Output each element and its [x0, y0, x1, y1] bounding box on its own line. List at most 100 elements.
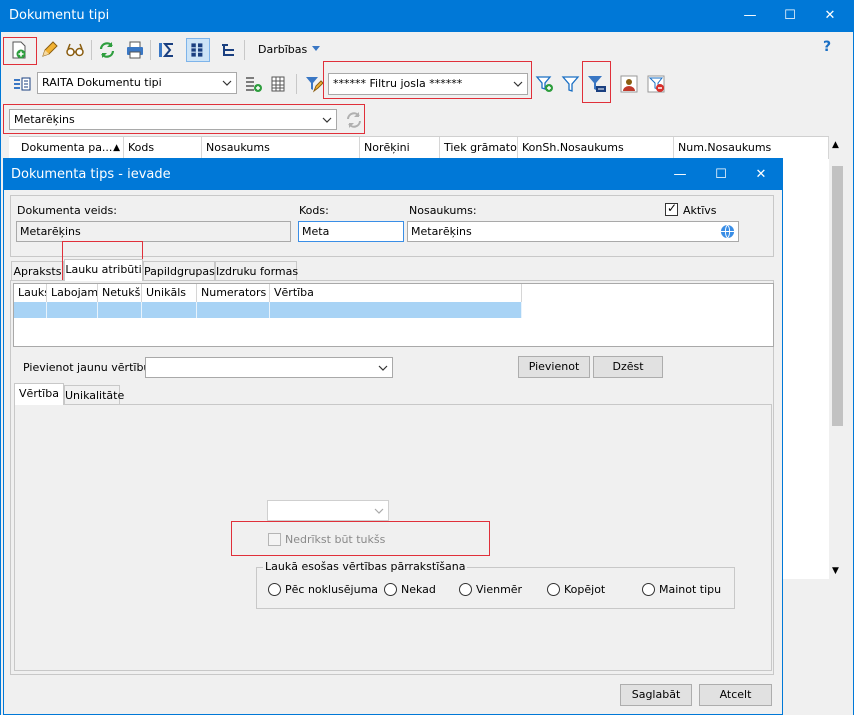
subtab-unikalitate[interactable]: Unikalitāte — [64, 385, 124, 405]
column-header-num[interactable]: Num.Nosaukums — [674, 137, 829, 159]
add-filter-icon[interactable] — [535, 74, 555, 94]
radio-always-label: Vienmēr — [476, 583, 523, 596]
column-header-label: Dokumenta pa... — [21, 141, 113, 154]
clear-filter-icon[interactable] — [646, 74, 666, 94]
value-combo[interactable] — [267, 500, 389, 521]
chevron-down-icon — [221, 74, 233, 91]
main-window-title: Dokumentu tipi — [9, 8, 110, 23]
dialog-close-button[interactable]: ✕ — [741, 159, 781, 191]
column-header-konsh[interactable]: KonSh.Nosaukums — [518, 137, 674, 159]
tab-izdruku-formas[interactable]: Izdruku formas — [215, 261, 298, 281]
radio-changing-type[interactable] — [642, 583, 655, 596]
code-input[interactable]: Meta — [298, 221, 404, 242]
reload-icon[interactable] — [344, 110, 364, 130]
delete-value-button[interactable]: Dzēst — [593, 356, 663, 378]
check-icon: ✓ — [667, 201, 678, 215]
dialog-titlebar: Dokumenta tips - ievade — ☐ ✕ — [4, 159, 782, 190]
table-cell — [98, 302, 142, 318]
chevron-down-icon — [377, 359, 389, 376]
column-header-noreekini[interactable]: Norēķini — [360, 137, 440, 159]
grid-view-icon[interactable] — [186, 38, 210, 62]
dialog-minimize-button[interactable]: — — [660, 159, 700, 191]
dialog-maximize-button[interactable]: ☐ — [701, 159, 741, 191]
print-icon[interactable] — [125, 40, 145, 60]
main-maximize-button[interactable]: ☐ — [770, 0, 810, 32]
column-header-tiek-gramatots[interactable]: Tiek grāmatots — [440, 137, 518, 159]
radio-always[interactable] — [459, 583, 472, 596]
not-empty-label: Nedrīkst būt tukšs — [285, 533, 386, 546]
save-button[interactable]: Saglabāt — [620, 684, 692, 706]
tab-papildgrupas[interactable]: Papildgrupas — [143, 261, 215, 281]
add-column-icon[interactable] — [243, 74, 263, 94]
scroll-up-icon[interactable]: ▲ — [832, 140, 839, 150]
main-toolbar: Darbības ? — [0, 36, 854, 64]
not-empty-checkbox[interactable] — [268, 533, 281, 546]
table-row[interactable] — [14, 302, 522, 318]
doc-kind-label: Dokumenta veids: — [17, 204, 117, 217]
sort-ascending-icon: ▲ — [113, 143, 120, 153]
column-header-doc-pa[interactable]: Dokumenta pa... ▲ — [17, 137, 124, 159]
filter-icon[interactable] — [561, 74, 581, 94]
table-cell — [14, 302, 47, 318]
radio-default[interactable] — [268, 583, 281, 596]
toolbar-separator — [91, 40, 92, 60]
table-cell — [142, 302, 197, 318]
radio-copying[interactable] — [547, 583, 560, 596]
attr-col-netukss[interactable]: Netukšs — [98, 284, 142, 302]
sum-icon[interactable] — [157, 40, 177, 60]
main-grid-scrollbar[interactable]: ▲ ▼ — [829, 136, 846, 580]
attr-col-unikals[interactable]: Unikāls — [142, 284, 197, 302]
active-checkbox[interactable]: ✓ — [665, 201, 678, 216]
filter-bar-combo[interactable]: ****** Filtru josla ****** — [328, 73, 528, 95]
tab-apraksts[interactable]: Apraksts — [11, 261, 64, 281]
darbibas-menu[interactable]: Darbības — [258, 41, 321, 59]
code-label: Kods: — [299, 204, 329, 217]
main-close-button[interactable]: ✕ — [810, 0, 850, 32]
view-glasses-icon[interactable] — [65, 40, 85, 60]
filter-edit-icon[interactable] — [304, 74, 324, 94]
radio-never-label: Nekad — [401, 583, 436, 596]
scroll-down-icon[interactable]: ▼ — [832, 566, 839, 576]
doc-kind-field: Metarēķins — [16, 221, 291, 242]
scroll-thumb[interactable] — [832, 166, 843, 426]
column-header-kods[interactable]: Kods — [124, 137, 202, 159]
name-input[interactable]: Metarēķins — [407, 221, 739, 242]
cancel-button[interactable]: Atcelt — [699, 684, 772, 706]
globe-icon[interactable] — [720, 224, 735, 239]
subtab-vertiba[interactable]: Vērtība — [14, 383, 64, 405]
tab-lauku-atributi[interactable]: Lauku atribūti — [64, 259, 143, 281]
main-minimize-button[interactable]: — — [730, 0, 770, 32]
add-value-combo[interactable] — [145, 357, 393, 378]
user-filter-icon[interactable] — [619, 74, 639, 94]
apply-filter-icon[interactable] — [587, 74, 607, 94]
subtab-content — [14, 404, 772, 671]
chevron-down-icon — [321, 111, 333, 128]
dataset-icon[interactable] — [12, 74, 32, 94]
table-cell — [270, 302, 522, 318]
tree-view-icon[interactable] — [218, 40, 238, 60]
add-value-button[interactable]: Pievienot — [518, 356, 590, 378]
document-type-dialog: Dokumenta tips - ievade — ☐ ✕ Dokumenta … — [3, 158, 783, 715]
overwrite-group-title: Laukā esošas vērtības pārrakstīšana — [263, 560, 468, 573]
refresh-icon[interactable] — [97, 40, 117, 60]
attr-col-numerators[interactable]: Numerators — [197, 284, 270, 302]
attr-col-labojams[interactable]: Labojams — [47, 284, 98, 302]
radio-default-label: Pēc noklusējuma — [285, 583, 379, 596]
edit-pencil-icon[interactable] — [39, 40, 59, 60]
document-type-combo[interactable]: Metarēķins — [9, 109, 337, 130]
chevron-down-icon — [311, 41, 321, 51]
radio-changing-type-label: Mainot tipu — [659, 583, 722, 596]
dataset-combo[interactable]: RAITA Dokumentu tipi — [37, 72, 237, 94]
toolbar-separator — [296, 74, 297, 94]
column-header-nosaukums[interactable]: Nosaukums — [202, 137, 360, 159]
active-label: Aktīvs — [683, 204, 717, 217]
columns-icon[interactable] — [268, 74, 288, 94]
attr-col-lauks[interactable]: Lauks — [14, 284, 47, 302]
attr-col-vertiba[interactable]: Vērtība — [270, 284, 522, 302]
chevron-down-icon — [512, 75, 524, 92]
attributes-grid: Lauks Labojams Netukšs Unikāls Numerator… — [13, 283, 774, 347]
document-type-combo-value: Metarēķins — [14, 113, 75, 126]
new-document-icon[interactable] — [9, 40, 29, 60]
help-icon[interactable]: ? — [823, 39, 831, 55]
radio-never[interactable] — [384, 583, 397, 596]
